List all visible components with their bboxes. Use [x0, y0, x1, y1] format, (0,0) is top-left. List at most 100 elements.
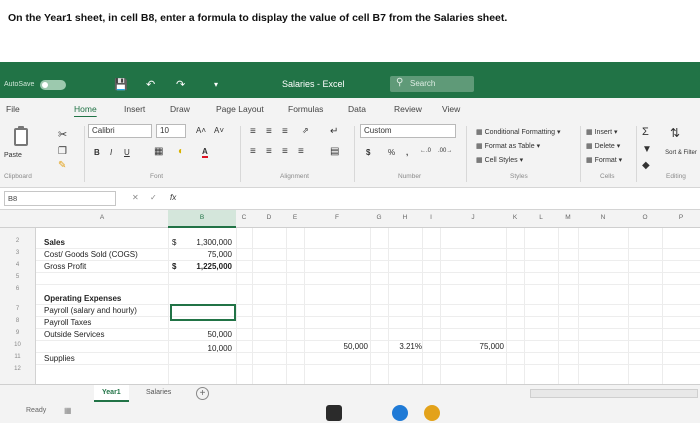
align-center-icon[interactable]: ≡ [266, 146, 272, 157]
tab-data[interactable]: Data [348, 104, 366, 114]
font-name-field[interactable]: Calibri [88, 124, 152, 138]
cell-b3[interactable]: 1,300,000 [180, 238, 232, 247]
sheet-tab-salaries[interactable]: Salaries [138, 385, 179, 402]
percent-icon[interactable]: % [388, 148, 395, 157]
col-header-l[interactable]: L [524, 214, 558, 221]
cell-a5[interactable]: Gross Profit [44, 262, 86, 271]
col-header-f[interactable]: F [304, 214, 370, 221]
align-middle-icon[interactable]: ≡ [266, 126, 272, 137]
col-header-m[interactable]: M [558, 214, 578, 221]
increase-decimal-icon[interactable]: ←.0 [420, 148, 431, 154]
row-header-4[interactable]: 4 [0, 260, 36, 272]
cell-k10[interactable]: 75,000 [444, 342, 504, 351]
row-header-10[interactable]: 10 [0, 340, 36, 352]
edge-browser-icon[interactable] [392, 405, 408, 421]
cancel-entry-icon[interactable]: ✕ [132, 193, 139, 202]
fill-color-icon[interactable]: ◐ [178, 146, 184, 157]
tab-view[interactable]: View [442, 104, 460, 114]
tab-home[interactable]: Home [74, 104, 97, 114]
cell-a8[interactable]: Payroll (salary and hourly) [44, 306, 137, 315]
row-header-5[interactable]: 5 [0, 272, 36, 284]
row-header-9[interactable]: 9 [0, 328, 36, 340]
format-as-table-button[interactable]: ▦ Format as Table ▾ [476, 142, 540, 150]
selected-cell-b8[interactable] [170, 304, 236, 321]
col-header-g[interactable]: G [370, 214, 388, 221]
cell-b11[interactable]: 10,000 [180, 344, 232, 353]
col-header-e[interactable]: E [286, 214, 304, 221]
borders-icon[interactable]: ▦ [154, 146, 163, 157]
tab-formulas[interactable]: Formulas [288, 104, 323, 114]
tab-insert[interactable]: Insert [124, 104, 145, 114]
cell-a4[interactable]: Cost/ Goods Sold (COGS) [44, 250, 138, 259]
font-color-icon[interactable]: A [202, 147, 208, 158]
cell-a11[interactable]: Supplies [44, 354, 75, 363]
cell-b10[interactable]: 50,000 [180, 330, 232, 339]
wrap-text-icon[interactable]: ↵ [330, 126, 338, 137]
number-format-field[interactable]: Custom [360, 124, 456, 138]
tab-review[interactable]: Review [394, 104, 422, 114]
align-right-icon[interactable]: ≡ [282, 146, 288, 157]
macro-record-icon[interactable]: ▦ [64, 406, 72, 415]
insert-function-icon[interactable]: fx [170, 193, 176, 202]
cell-a10[interactable]: Outside Services [44, 330, 104, 339]
col-header-i[interactable]: I [422, 214, 440, 221]
col-header-c[interactable]: C [236, 214, 252, 221]
cell-a9[interactable]: Payroll Taxes [44, 318, 91, 327]
font-size-field[interactable]: 10 [156, 124, 186, 138]
confirm-entry-icon[interactable]: ✓ [150, 193, 157, 202]
sort-filter-button[interactable]: Sort & Filter [664, 150, 698, 156]
customize-qat-icon[interactable]: ▾ [214, 80, 218, 89]
row-header-3[interactable]: 3 [0, 248, 36, 260]
paste-button[interactable]: Paste [4, 152, 22, 159]
format-cells-button[interactable]: ▦ Format ▾ [586, 156, 622, 164]
row-header-11[interactable]: 11 [0, 352, 36, 364]
fill-icon[interactable]: ▼ [642, 144, 652, 155]
copy-icon[interactable]: ❐ [58, 146, 67, 157]
tab-page-layout[interactable]: Page Layout [216, 104, 264, 114]
align-top-icon[interactable]: ≡ [250, 126, 256, 137]
autosum-icon[interactable]: Σ [642, 126, 649, 138]
cell-a7[interactable]: Operating Expenses [44, 294, 121, 303]
add-sheet-button[interactable]: + [196, 387, 209, 400]
increase-font-icon[interactable]: A˄ [196, 126, 206, 135]
conditional-formatting-button[interactable]: ▦ Conditional Formatting ▾ [476, 128, 560, 136]
horizontal-scrollbar[interactable] [530, 389, 698, 398]
worksheet-grid[interactable]: 2 3 4 5 6 7 8 9 10 11 12 Sales $ 1,300,0… [0, 228, 700, 384]
save-icon[interactable]: 💾 [114, 78, 128, 91]
insert-cells-button[interactable]: ▦ Insert ▾ [586, 128, 618, 136]
name-box[interactable]: B8 [4, 191, 116, 206]
col-header-h[interactable]: H [388, 214, 422, 221]
tab-file[interactable]: File [6, 104, 20, 114]
cell-b4[interactable]: 75,000 [180, 250, 232, 259]
paste-icon[interactable] [14, 126, 28, 146]
indent-icon[interactable]: ≡ [298, 146, 304, 157]
col-header-d[interactable]: D [252, 214, 286, 221]
cell-a3[interactable]: Sales [44, 238, 65, 247]
underline-button[interactable]: U [124, 148, 130, 157]
delete-cells-button[interactable]: ▦ Delete ▾ [586, 142, 620, 150]
merge-center-icon[interactable]: ▤ [330, 146, 339, 157]
search-box[interactable]: ⚲ Search [390, 76, 474, 92]
cell-i10[interactable]: 3.21% [388, 342, 422, 351]
currency-icon[interactable]: $ [366, 148, 370, 157]
col-header-b[interactable]: B [168, 214, 236, 221]
align-left-icon[interactable]: ≡ [250, 146, 256, 157]
row-header-1[interactable] [0, 228, 36, 236]
tab-draw[interactable]: Draw [170, 104, 190, 114]
bold-button[interactable]: B [94, 148, 100, 157]
col-header-n[interactable]: N [578, 214, 628, 221]
chrome-browser-icon[interactable] [424, 405, 440, 421]
orientation-icon[interactable]: ⇗ [302, 126, 309, 135]
italic-button[interactable]: I [110, 148, 112, 157]
cell-g10[interactable]: 50,000 [308, 342, 368, 351]
decrease-decimal-icon[interactable]: .00→ [438, 148, 452, 154]
undo-icon[interactable]: ↶ [146, 78, 155, 91]
row-header-8[interactable]: 8 [0, 316, 36, 328]
redo-icon[interactable]: ↷ [176, 78, 185, 91]
sort-filter-icon[interactable]: ⇅ [670, 126, 680, 140]
decrease-font-icon[interactable]: A˅ [214, 126, 224, 135]
col-header-j[interactable]: J [440, 214, 506, 221]
comma-icon[interactable]: , [406, 148, 408, 157]
cell-styles-button[interactable]: ▦ Cell Styles ▾ [476, 156, 523, 164]
autosave-toggle[interactable] [40, 80, 66, 90]
